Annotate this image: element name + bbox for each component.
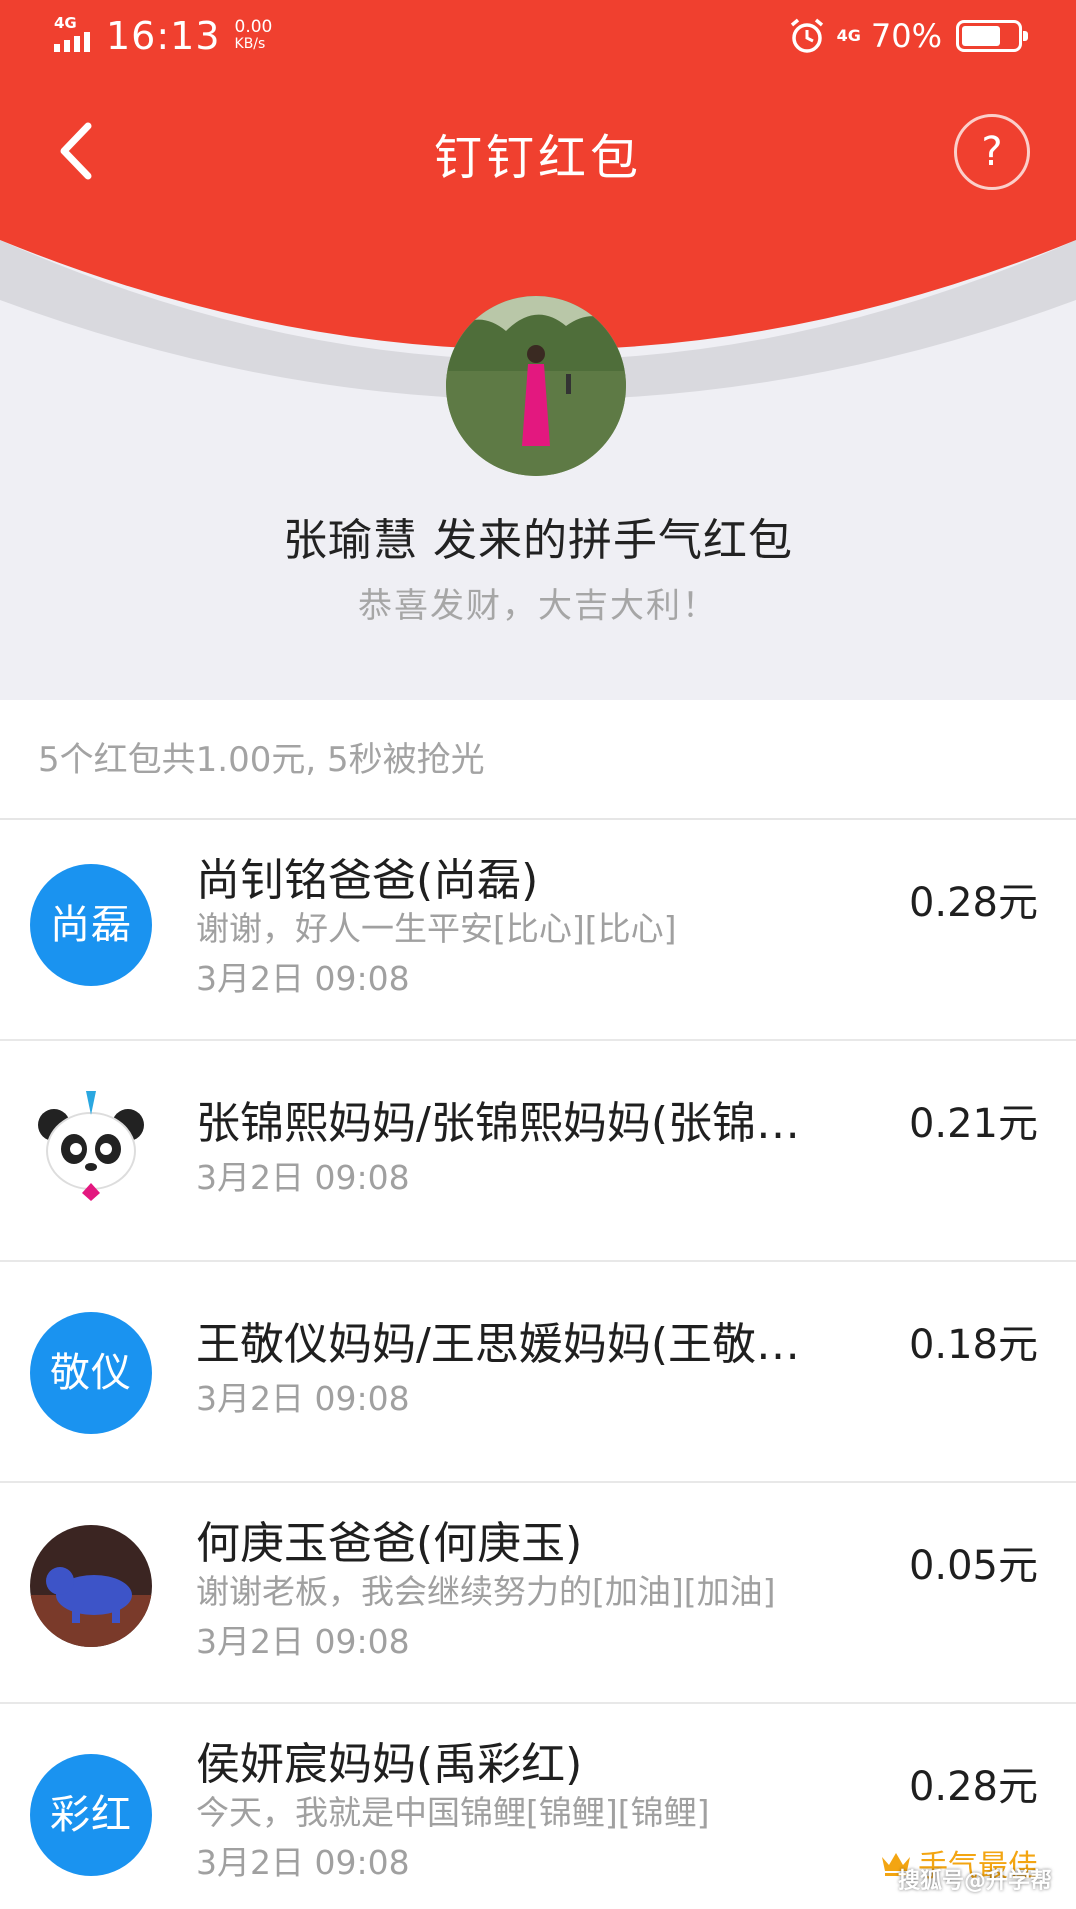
recipient-amount: 0.18元 — [908, 1322, 1038, 1368]
envelope-header: 4G 16:13 0.00 KB/s 4G 70% 钉钉红包 ? 张瑜慧 发来的… — [0, 0, 1076, 700]
recipient-amount: 0.05元 — [908, 1543, 1038, 1589]
avatar — [30, 1085, 152, 1207]
network-type: 4G — [54, 14, 77, 32]
avatar: 敬仪 — [30, 1312, 152, 1434]
recipient-name: 何庚玉爸爸(何庚玉) — [196, 1518, 583, 1569]
avatar: 彩红 — [30, 1754, 152, 1876]
alarm-icon — [790, 18, 823, 53]
recipient-time: 3月2日 09:08 — [196, 1158, 410, 1197]
battery-icon — [956, 20, 1028, 52]
recipient-row[interactable]: 敬仪 王敬仪妈妈/王思媛妈妈(王敬… 3月2日 09:08 0.18元 — [0, 1262, 1076, 1483]
recipient-list: 尚磊 尚钊铭爸爸(尚磊) 谢谢，好人一生平安[比心][比心] 3月2日 09:0… — [0, 820, 1076, 1909]
recipient-time: 3月2日 09:08 — [196, 1622, 410, 1661]
help-icon[interactable]: ? — [954, 114, 1030, 190]
recipient-time: 3月2日 09:08 — [196, 959, 410, 998]
recipient-message: 谢谢，好人一生平安[比心][比心] — [196, 909, 677, 948]
sender-title: 张瑜慧 发来的拼手气红包 — [283, 515, 793, 566]
packet-summary: 5个红包共1.00元, 5秒被抢光 — [0, 700, 1076, 820]
avatar: 尚磊 — [30, 864, 152, 986]
signal-icon: 4G — [52, 14, 100, 58]
recipient-name: 张锦熙妈妈/张锦熙妈妈(张锦… — [196, 1098, 800, 1149]
avatar — [30, 1525, 152, 1647]
recipient-amount: 0.21元 — [908, 1101, 1038, 1147]
recipient-time: 3月2日 09:08 — [196, 1843, 410, 1882]
recipient-name: 王敬仪妈妈/王思媛妈妈(王敬… — [196, 1319, 800, 1370]
recipient-row[interactable]: 张锦熙妈妈/张锦熙妈妈(张锦… 3月2日 09:08 0.21元 — [0, 1041, 1076, 1262]
panda-avatar-icon — [38, 1091, 144, 1201]
toy-photo-avatar-icon — [30, 1525, 152, 1647]
status-bar: 4G 16:13 0.00 KB/s 4G 70% — [0, 0, 1076, 76]
page-title: 钉钉红包 — [433, 130, 642, 186]
battery-percent: 70% — [870, 17, 942, 55]
sender-avatar — [446, 296, 626, 476]
network-type-right: 4G — [836, 26, 861, 45]
recipient-message: 谢谢老板，我会继续努力的[加油][加油] — [196, 1572, 776, 1611]
recipient-amount: 0.28元 — [908, 1764, 1038, 1810]
recipient-amount: 0.28元 — [908, 880, 1038, 926]
recipient-message: 今天，我就是中国锦鲤[锦鲤][锦鲤] — [196, 1793, 710, 1832]
network-speed: 0.00 KB/s — [234, 17, 273, 53]
recipient-name: 侯妍宸妈妈(禹彩红) — [196, 1739, 583, 1790]
recipient-time: 3月2日 09:08 — [196, 1379, 410, 1418]
recipient-row[interactable]: 尚磊 尚钊铭爸爸(尚磊) 谢谢，好人一生平安[比心][比心] 3月2日 09:0… — [0, 820, 1076, 1041]
greeting-text: 恭喜发财，大吉大利！ — [358, 586, 718, 626]
recipient-row[interactable]: 何庚玉爸爸(何庚玉) 谢谢老板，我会继续努力的[加油][加油] 3月2日 09:… — [0, 1483, 1076, 1704]
recipient-name: 尚钊铭爸爸(尚磊) — [196, 855, 539, 906]
status-time: 16:13 — [106, 14, 221, 58]
watermark: 搜狐号@升学帮 — [897, 1869, 1052, 1894]
